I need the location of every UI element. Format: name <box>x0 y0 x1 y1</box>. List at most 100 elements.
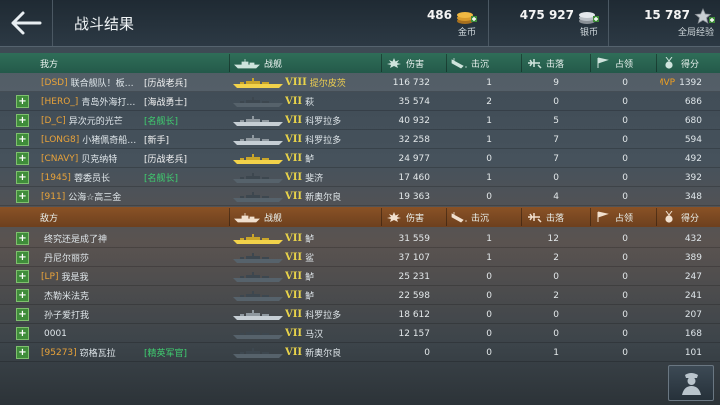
player-title: [名舰长] <box>144 117 179 127</box>
score-cell: MVP1392 <box>660 73 702 92</box>
ship-cell: VII 新奥尔良 <box>285 187 341 206</box>
kills-value: 1 <box>486 172 492 183</box>
damage-column-header[interactable]: 伤害 <box>386 207 424 227</box>
player-row[interactable]: + 终究还是成了神 VII 鲈 31 559 1 12 0 432 <box>0 229 720 248</box>
ship-tier: VII <box>285 328 303 339</box>
captain-silhouette-icon <box>682 373 701 395</box>
ship-cell: VII 萩 <box>285 92 314 111</box>
player-cell: [CNAVY] 贝克纳特 <box>41 149 227 168</box>
medal-icon <box>665 211 673 223</box>
player-row[interactable]: + [D_C] 异次元的光芒 [名舰长] VII 科罗拉多 40 932 1 5 0 680 <box>0 111 720 130</box>
add-friend-icon[interactable]: + <box>16 152 29 165</box>
add-friend-icon[interactable]: + <box>16 190 29 203</box>
capture-value: 0 <box>622 191 628 202</box>
capture-value: 0 <box>622 153 628 164</box>
add-friend-icon[interactable]: + <box>16 171 29 184</box>
add-friend-icon[interactable]: + <box>16 114 29 127</box>
silver-label: 银币 <box>579 28 598 38</box>
planes-column-header[interactable]: 击落 <box>526 53 564 73</box>
kills-column-header[interactable]: 击沉 <box>451 207 489 227</box>
add-friend-icon[interactable]: + <box>16 95 29 108</box>
add-friend-icon[interactable]: + <box>16 346 29 359</box>
damage-value: 12 157 <box>398 328 431 339</box>
player-row[interactable]: [DSD]联合舰队！板…[历战老兵]VIII提尔皮茨116 732190MVP1… <box>0 73 720 92</box>
ship-image <box>232 229 284 248</box>
planes-value: 0 <box>553 309 559 320</box>
gold-value: 486 <box>426 8 452 22</box>
planes-value: 7 <box>553 134 559 145</box>
ship-tier: VII <box>285 172 303 183</box>
player-row[interactable]: + 丹尼尔丽莎 VII 鲨 37 107 1 2 0 389 <box>0 248 720 267</box>
capture-column-header[interactable]: 占领 <box>595 53 633 73</box>
plane-shot-icon <box>528 213 542 223</box>
enemy-team-label: 敌方 <box>40 213 59 224</box>
player-title-cell <box>138 324 144 343</box>
player-row[interactable]: + 孙子爱打我 VII 科罗拉多 18 612 0 0 0 207 <box>0 305 720 324</box>
ship-column-icon <box>234 213 260 223</box>
ship-name: 科罗拉多 <box>305 311 342 321</box>
player-title-cell: [海战勇士] <box>138 92 187 111</box>
capture-value: 0 <box>622 290 628 301</box>
player-name: 贝克纳特 <box>81 155 118 165</box>
score-column-header[interactable]: 得分 <box>661 207 699 227</box>
add-friend-icon[interactable]: + <box>16 133 29 146</box>
player-title-cell <box>138 305 144 324</box>
damage-value: 116 732 <box>392 77 430 88</box>
add-friend-icon[interactable]: + <box>16 270 29 283</box>
ship-tier: VII <box>285 271 303 282</box>
player-row[interactable]: + [LP] 我是我 VII 鲈 25 231 0 0 0 247 <box>0 267 720 286</box>
explosion-icon <box>387 212 401 222</box>
kills-value: 1 <box>486 77 492 88</box>
player-row[interactable]: + [1945] 蓉委员长 [名舰长] VII 斐济 17 460 1 0 0 392 <box>0 168 720 187</box>
score-value: 686 <box>684 96 702 107</box>
player-cell: [LONG8] 小猪佩奇船… <box>41 130 227 149</box>
add-friend-icon[interactable]: + <box>16 232 29 245</box>
damage-value: 17 460 <box>398 172 431 183</box>
damage-column-header[interactable]: 伤害 <box>386 53 424 73</box>
ship-name: 新奥尔良 <box>305 349 342 359</box>
player-row[interactable]: +0001 VII 马汉 12 157 0 0 0 168 <box>0 324 720 343</box>
score-cell: 207 <box>660 305 702 324</box>
player-row[interactable]: + [911] 公海☆高三金 VII 新奥尔良 19 363 0 4 0 348 <box>0 187 720 206</box>
player-name: 联合舰队！板… <box>70 79 134 89</box>
add-friend-icon[interactable]: + <box>16 308 29 321</box>
score-column-header[interactable]: 得分 <box>661 53 699 73</box>
player-cell: 丹尼尔丽莎 <box>41 248 227 267</box>
score-cell: 247 <box>660 267 702 286</box>
ship-cell: VII 斐济 <box>285 168 323 187</box>
clan-tag: [LONG8] <box>41 134 80 145</box>
score-cell: 686 <box>660 92 702 111</box>
kills-value: 0 <box>486 328 492 339</box>
score-value: 680 <box>684 115 702 126</box>
ship-name: 提尔皮茨 <box>309 79 346 89</box>
player-cell: [1945] 蓉委员长 <box>41 168 227 187</box>
ship-image <box>232 187 284 206</box>
player-cell: [D_C] 异次元的光芒 <box>41 111 227 130</box>
player-cell: [HERO_] 青岛外海打… <box>41 92 227 111</box>
player-title: [历战老兵] <box>144 155 188 165</box>
player-cell: [DSD] 联合舰队！板… <box>41 73 227 92</box>
player-title-cell: [名舰长] <box>138 111 178 130</box>
player-row[interactable]: + [CNAVY] 贝克纳特 [历战老兵] VII 鲈 24 977 0 7 0 492 <box>0 149 720 168</box>
player-row[interactable]: + [LONG8] 小猪佩奇船… [新手] VII 科罗拉多 32 258 1 7 0 594 <box>0 130 720 149</box>
player-row[interactable]: + [95273] 窃格瓦拉 [精英军官] VII 新奥尔良 0 0 1 0 101 <box>0 343 720 362</box>
back-button[interactable] <box>0 0 52 46</box>
add-friend-icon[interactable]: + <box>16 327 29 340</box>
planes-value: 2 <box>553 290 559 301</box>
kills-column-header[interactable]: 击沉 <box>451 53 489 73</box>
ship-column-label: 战舰 <box>264 213 283 224</box>
ship-column-header[interactable]: 战舰 <box>234 207 282 227</box>
planes-column-header[interactable]: 击落 <box>526 207 564 227</box>
add-friend-icon[interactable]: + <box>16 251 29 264</box>
player-row[interactable]: + 杰勒米法克 VII 鲈 22 598 0 2 0 241 <box>0 286 720 305</box>
ship-column-header[interactable]: 战舰 <box>234 53 282 73</box>
ship-column-label: 战舰 <box>264 59 283 70</box>
damage-value: 19 363 <box>398 191 431 202</box>
capture-column-header[interactable]: 占领 <box>595 207 633 227</box>
kills-value: 0 <box>486 309 492 320</box>
add-friend-icon[interactable]: + <box>16 289 29 302</box>
crew-button[interactable] <box>668 365 714 401</box>
player-row[interactable]: + [HERO_] 青岛外海打… [海战勇士] VII 萩 35 574 2 0 0 686 <box>0 92 720 111</box>
ship-image <box>232 248 284 267</box>
ship-tier: VII <box>285 96 303 107</box>
